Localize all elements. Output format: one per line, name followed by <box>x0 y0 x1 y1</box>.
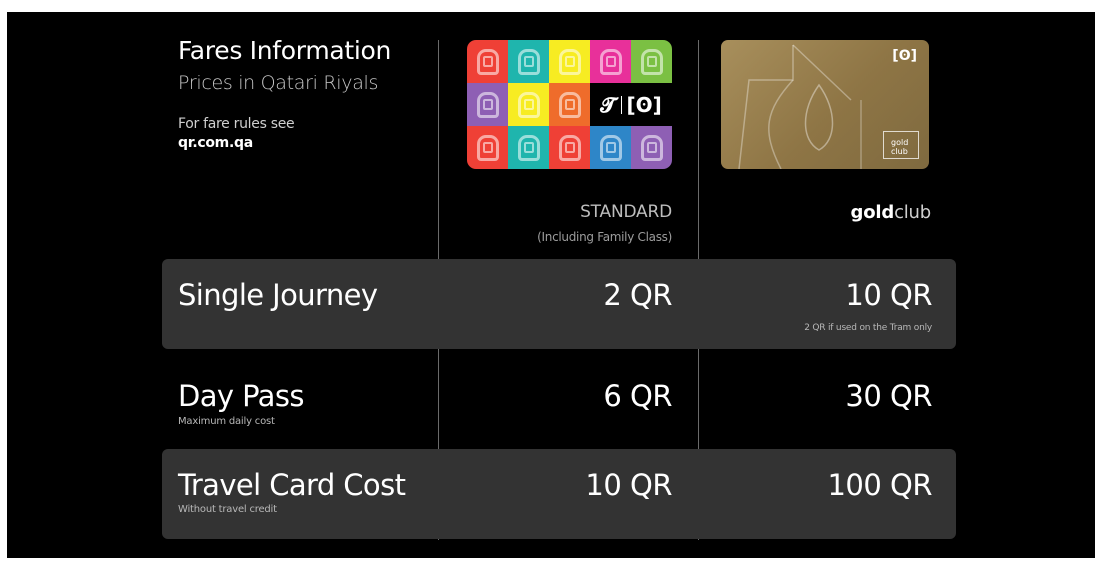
column-sublabel-standard: (Including Family Class) <box>537 230 672 244</box>
card-tile <box>631 40 672 83</box>
card-tile <box>467 126 508 169</box>
card-tile <box>549 83 590 126</box>
metro-logo-icon: [ʘ] <box>892 48 917 64</box>
metro-logo-icon: [ʘ] <box>626 92 662 117</box>
page-subtitle: Prices in Qatari Riyals <box>178 72 379 94</box>
train-icon <box>599 134 622 161</box>
goldclub-badge: gold club <box>883 131 919 159</box>
train-icon <box>558 91 581 118</box>
card-tile <box>590 40 631 83</box>
row-label: Travel Card Cost <box>178 468 406 502</box>
card-tile <box>467 40 508 83</box>
price-standard: 10 QR <box>585 468 672 502</box>
row-label: Single Journey <box>178 278 378 312</box>
train-icon <box>558 48 581 75</box>
standard-travel-card: 𝓣 [ʘ] <box>467 40 672 169</box>
fare-rules-text: For fare rules see <box>178 116 295 132</box>
card-tile <box>590 126 631 169</box>
price-goldclub: 10 QR <box>845 278 932 312</box>
logo-separator <box>620 95 622 114</box>
column-label-standard: STANDARD <box>580 202 672 222</box>
card-tile <box>549 126 590 169</box>
page-title: Fares Information <box>178 36 392 65</box>
train-icon <box>476 91 499 118</box>
train-icon <box>476 48 499 75</box>
train-icon <box>517 48 540 75</box>
train-icon <box>476 134 499 161</box>
train-icon <box>558 134 581 161</box>
goldclub-travel-card: [ʘ] gold club <box>721 40 929 169</box>
price-standard: 2 QR <box>603 278 672 312</box>
fare-row-single-journey: Single Journey 2 QR 10 QR 2 QR if used o… <box>162 259 956 349</box>
train-icon <box>517 91 540 118</box>
column-label-goldclub: goldclub <box>767 202 932 223</box>
card-tile <box>508 40 549 83</box>
card-logo-tile: 𝓣 [ʘ] <box>590 83 672 126</box>
row-label: Day Pass <box>178 379 304 413</box>
train-icon <box>640 48 663 75</box>
train-icon <box>517 134 540 161</box>
row-note: Without travel credit <box>178 504 277 515</box>
card-tile <box>508 126 549 169</box>
card-tile <box>467 83 508 126</box>
card-tile <box>631 126 672 169</box>
fare-row-travel-card-cost: Travel Card Cost Without travel credit 1… <box>162 449 956 539</box>
train-icon <box>599 48 622 75</box>
card-tile <box>549 40 590 83</box>
price-goldclub: 30 QR <box>845 379 932 413</box>
price-standard: 6 QR <box>603 379 672 413</box>
goldclub-label-bold: gold <box>850 202 895 223</box>
goldclub-label-light: club <box>894 202 931 223</box>
train-icon <box>640 134 663 161</box>
fare-rules-link[interactable]: qr.com.qa <box>178 135 253 151</box>
card-tile <box>508 83 549 126</box>
fare-row-day-pass: Day Pass Maximum daily cost 6 QR 30 QR <box>162 351 956 447</box>
tram-logo-icon: 𝓣 <box>600 92 616 117</box>
price-note-goldclub: 2 QR if used on the Tram only <box>804 323 932 333</box>
price-goldclub: 100 QR <box>827 468 932 502</box>
fares-screen: Fares Information Prices in Qatari Riyal… <box>7 12 1095 558</box>
row-note: Maximum daily cost <box>178 416 275 427</box>
